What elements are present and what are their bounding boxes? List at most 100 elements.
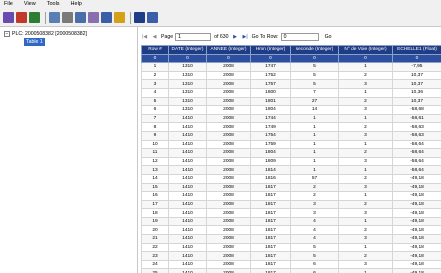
table-icon[interactable] — [147, 12, 158, 23]
first-page-button[interactable]: |◀ — [141, 33, 148, 41]
table-cell[interactable]: 4 — [290, 225, 339, 236]
table-cell[interactable]: 1410 — [168, 225, 207, 236]
table-cell[interactable]: 1 — [141, 62, 169, 72]
table-row[interactable]: 7 1410 2008 1744 1 1 -58,61 — [141, 113, 441, 124]
table-cell[interactable]: -49,18 — [392, 259, 441, 270]
table-cell[interactable]: 27 — [290, 96, 339, 107]
table-cell[interactable]: 5 — [290, 70, 339, 81]
table-row[interactable]: 18 1410 2008 1817 3 3 -49,18 — [141, 208, 441, 218]
table-cell[interactable]: 2 — [290, 182, 339, 193]
table-cell[interactable]: 2008 — [206, 208, 251, 218]
table-cell[interactable]: 1817 — [250, 259, 291, 270]
table-cell[interactable]: 1744 — [250, 113, 291, 124]
table-cell[interactable]: 1 — [338, 268, 393, 273]
table-row[interactable]: 6 1310 2008 1804 14 3 -58,68 — [141, 105, 441, 115]
table-cell[interactable]: 12 — [141, 156, 169, 167]
table-cell[interactable]: 3 — [338, 182, 393, 193]
table-cell[interactable]: 2 — [338, 173, 393, 184]
go-button[interactable]: Go — [325, 34, 332, 40]
table-cell[interactable]: 1759 — [250, 139, 291, 150]
table-cell[interactable]: -49,18 — [392, 268, 441, 273]
table-cell[interactable]: 1817 — [250, 225, 291, 236]
table-cell[interactable]: 1410 — [168, 216, 207, 227]
next-page-button[interactable]: ▶ — [232, 33, 239, 41]
table-cell[interactable]: 1817 — [250, 234, 291, 244]
table-cell[interactable]: 1410 — [168, 259, 207, 270]
table-cell[interactable]: 1410 — [168, 234, 207, 244]
table-cell[interactable]: 2 — [338, 96, 393, 107]
table-cell[interactable]: 11 — [141, 148, 169, 158]
table-cell[interactable]: 1814 — [250, 165, 291, 175]
table-cell[interactable]: 5 — [290, 79, 339, 89]
table-cell[interactable]: 1 — [290, 156, 339, 167]
menu-tools[interactable]: Tools — [47, 0, 60, 9]
table-cell[interactable]: 6 — [290, 268, 339, 273]
table-cell[interactable]: 2 — [338, 251, 393, 261]
table-cell[interactable]: 3 — [338, 79, 393, 89]
table-cell[interactable]: -49,18 — [392, 225, 441, 236]
table-cell[interactable]: 3 — [141, 79, 169, 89]
table-cell[interactable]: 1 — [290, 139, 339, 150]
table-row[interactable]: 0000000 — [141, 53, 441, 64]
table-cell[interactable]: 1817 — [250, 208, 291, 218]
table-cell[interactable]: 0 — [141, 53, 169, 64]
table-cell[interactable]: -58,64 — [392, 156, 441, 167]
table-cell[interactable]: 3 — [290, 208, 339, 218]
table-row[interactable]: 22 1410 2008 1817 5 1 -49,18 — [141, 242, 441, 253]
table-row[interactable]: 3 1310 2008 1757 5 3 10,37 — [141, 79, 441, 89]
table-cell[interactable]: 1 — [290, 122, 339, 132]
table-cell[interactable]: 9 — [141, 130, 169, 141]
table-cell[interactable]: 1 — [290, 113, 339, 124]
table-cell[interactable]: 1804 — [250, 148, 291, 158]
column-header[interactable]: Row # — [141, 45, 169, 55]
table-cell[interactable]: 1 — [338, 113, 393, 124]
table-cell[interactable]: 1747 — [250, 62, 291, 72]
table-cell[interactable]: 2008 — [206, 173, 251, 184]
table-cell[interactable]: 2008 — [206, 165, 251, 175]
table-cell[interactable]: 2008 — [206, 182, 251, 193]
table-cell[interactable]: 21 — [141, 234, 169, 244]
table-cell[interactable]: 1 — [290, 165, 339, 175]
menu-help[interactable]: Help — [71, 0, 82, 9]
page-input[interactable]: 1 — [175, 32, 212, 41]
column-header[interactable]: ANNEE (Integer) — [206, 45, 251, 55]
table-cell[interactable]: 1410 — [168, 251, 207, 261]
table-cell[interactable]: 5 — [290, 251, 339, 261]
table-cell[interactable]: 1410 — [168, 191, 207, 201]
goto-row-input[interactable]: 0 — [280, 32, 319, 41]
grid-icon[interactable] — [114, 12, 125, 23]
table-cell[interactable]: 1 — [290, 148, 339, 158]
table-cell[interactable]: 1 — [338, 139, 393, 150]
table-cell[interactable]: -58,64 — [392, 148, 441, 158]
table-cell[interactable]: 2008 — [206, 234, 251, 244]
table-cell[interactable]: 23 — [141, 251, 169, 261]
table-cell[interactable]: 3 — [338, 234, 393, 244]
table-cell[interactable]: 5 — [290, 242, 339, 253]
table-cell[interactable]: 2008 — [206, 242, 251, 253]
tree-root-label[interactable]: PLC: 2000508382 [2000508382] — [12, 31, 87, 37]
table-cell[interactable]: 1410 — [168, 242, 207, 253]
table-cell[interactable]: 1817 — [250, 216, 291, 227]
table-row[interactable]: 8 1410 2008 1749 1 2 -58,63 — [141, 122, 441, 132]
table-cell[interactable]: 1749 — [250, 122, 291, 132]
table-row[interactable]: 13 1410 2008 1814 1 1 -58,64 — [141, 165, 441, 175]
table-cell[interactable]: 1 — [338, 62, 393, 72]
table-cell[interactable]: 6 — [290, 259, 339, 270]
table-row[interactable]: 1 1310 2008 1747 5 1 -7,95 — [141, 62, 441, 72]
table-cell[interactable]: 1 — [290, 130, 339, 141]
table-cell[interactable]: 1410 — [168, 122, 207, 132]
table-cell[interactable]: 1 — [338, 242, 393, 253]
table-cell[interactable]: -58,63 — [392, 130, 441, 141]
image-icon[interactable] — [88, 12, 99, 23]
table-cell[interactable]: 57 — [290, 173, 339, 184]
menu-file[interactable]: File — [4, 0, 13, 9]
table-cell[interactable]: 1752 — [250, 70, 291, 81]
table-cell[interactable]: 1410 — [168, 139, 207, 150]
table-cell[interactable]: 1804 — [250, 105, 291, 115]
table-cell[interactable]: 3 — [338, 130, 393, 141]
filter-icon[interactable] — [29, 12, 40, 23]
table-cell[interactable]: 10 — [141, 139, 169, 150]
table-cell[interactable]: 2008 — [206, 130, 251, 141]
table-cell[interactable]: 1410 — [168, 148, 207, 158]
table-cell[interactable]: -49,18 — [392, 182, 441, 193]
